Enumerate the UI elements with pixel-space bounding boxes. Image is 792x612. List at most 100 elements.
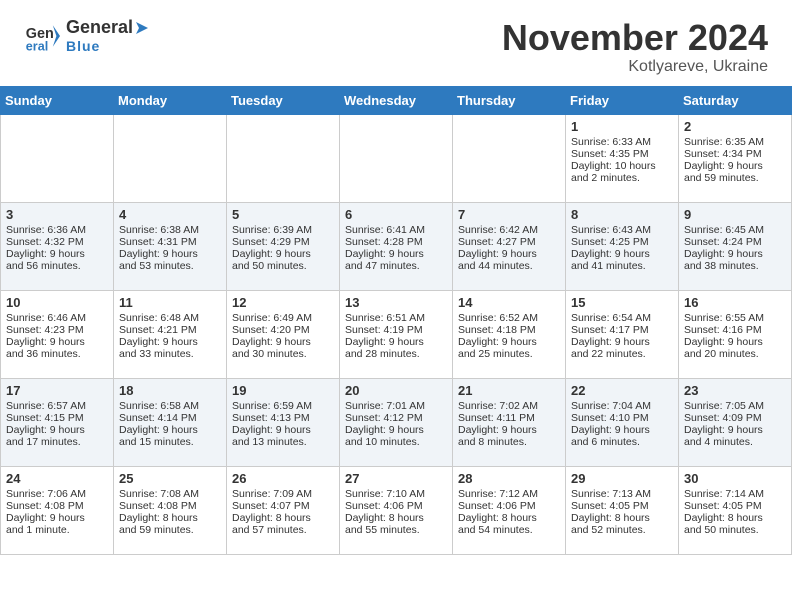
day-info: Sunset: 4:08 PM — [6, 500, 108, 512]
month-title: November 2024 — [502, 18, 768, 58]
day-info: and 8 minutes. — [458, 436, 560, 448]
day-info: Daylight: 8 hours — [571, 512, 673, 524]
calendar-cell: 10Sunrise: 6:46 AMSunset: 4:23 PMDayligh… — [1, 290, 114, 378]
day-info: Sunset: 4:32 PM — [6, 236, 108, 248]
calendar-cell: 23Sunrise: 7:05 AMSunset: 4:09 PMDayligh… — [679, 378, 792, 466]
day-number: 1 — [571, 119, 673, 134]
day-info: and 1 minute. — [6, 524, 108, 536]
day-info: Sunrise: 7:08 AM — [119, 488, 221, 500]
calendar-cell: 11Sunrise: 6:48 AMSunset: 4:21 PMDayligh… — [114, 290, 227, 378]
day-info: and 25 minutes. — [458, 348, 560, 360]
calendar-cell: 7Sunrise: 6:42 AMSunset: 4:27 PMDaylight… — [453, 202, 566, 290]
weekday-header: Saturday — [679, 86, 792, 114]
day-number: 24 — [6, 471, 108, 486]
day-info: and 47 minutes. — [345, 260, 447, 272]
calendar-cell: 19Sunrise: 6:59 AMSunset: 4:13 PMDayligh… — [227, 378, 340, 466]
logo-general: General — [66, 18, 150, 38]
day-info: Daylight: 8 hours — [119, 512, 221, 524]
day-info: Sunset: 4:06 PM — [345, 500, 447, 512]
calendar-cell: 3Sunrise: 6:36 AMSunset: 4:32 PMDaylight… — [1, 202, 114, 290]
day-info: and 30 minutes. — [232, 348, 334, 360]
calendar-cell: 24Sunrise: 7:06 AMSunset: 4:08 PMDayligh… — [1, 466, 114, 554]
day-info: and 41 minutes. — [571, 260, 673, 272]
calendar-wrapper: SundayMondayTuesdayWednesdayThursdayFrid… — [0, 86, 792, 565]
calendar-cell: 17Sunrise: 6:57 AMSunset: 4:15 PMDayligh… — [1, 378, 114, 466]
day-info: Sunrise: 6:51 AM — [345, 312, 447, 324]
day-info: Sunrise: 7:06 AM — [6, 488, 108, 500]
day-info: Daylight: 9 hours — [571, 336, 673, 348]
calendar-header-row: SundayMondayTuesdayWednesdayThursdayFrid… — [1, 86, 792, 114]
logo: Gen eral General Blue — [24, 18, 150, 54]
day-info: Sunrise: 6:49 AM — [232, 312, 334, 324]
day-number: 26 — [232, 471, 334, 486]
day-number: 20 — [345, 383, 447, 398]
day-info: Sunset: 4:09 PM — [684, 412, 786, 424]
day-number: 29 — [571, 471, 673, 486]
day-info: and 2 minutes. — [571, 172, 673, 184]
day-info: Sunset: 4:14 PM — [119, 412, 221, 424]
calendar-cell: 18Sunrise: 6:58 AMSunset: 4:14 PMDayligh… — [114, 378, 227, 466]
calendar-cell: 13Sunrise: 6:51 AMSunset: 4:19 PMDayligh… — [340, 290, 453, 378]
day-info: Daylight: 9 hours — [571, 248, 673, 260]
calendar-cell: 1Sunrise: 6:33 AMSunset: 4:35 PMDaylight… — [566, 114, 679, 202]
day-info: Sunrise: 7:12 AM — [458, 488, 560, 500]
weekday-header: Sunday — [1, 86, 114, 114]
day-number: 16 — [684, 295, 786, 310]
day-number: 19 — [232, 383, 334, 398]
day-info: Sunset: 4:16 PM — [684, 324, 786, 336]
day-info: and 50 minutes. — [684, 524, 786, 536]
day-number: 17 — [6, 383, 108, 398]
location-subtitle: Kotlyareve, Ukraine — [502, 58, 768, 76]
day-info: Daylight: 9 hours — [458, 336, 560, 348]
day-info: Daylight: 9 hours — [684, 248, 786, 260]
calendar-week-row: 1Sunrise: 6:33 AMSunset: 4:35 PMDaylight… — [1, 114, 792, 202]
day-number: 15 — [571, 295, 673, 310]
day-info: Sunrise: 6:46 AM — [6, 312, 108, 324]
day-info: Daylight: 9 hours — [684, 424, 786, 436]
calendar-cell: 14Sunrise: 6:52 AMSunset: 4:18 PMDayligh… — [453, 290, 566, 378]
calendar-cell — [340, 114, 453, 202]
day-info: Sunset: 4:24 PM — [684, 236, 786, 248]
day-info: Sunrise: 6:39 AM — [232, 224, 334, 236]
day-info: Daylight: 9 hours — [458, 424, 560, 436]
calendar-cell — [227, 114, 340, 202]
day-info: Sunset: 4:13 PM — [232, 412, 334, 424]
day-info: Sunrise: 7:13 AM — [571, 488, 673, 500]
day-info: Daylight: 9 hours — [6, 336, 108, 348]
day-info: and 17 minutes. — [6, 436, 108, 448]
day-info: Sunset: 4:35 PM — [571, 148, 673, 160]
day-info: Daylight: 9 hours — [6, 424, 108, 436]
day-info: and 4 minutes. — [684, 436, 786, 448]
day-info: and 20 minutes. — [684, 348, 786, 360]
day-info: Daylight: 9 hours — [684, 336, 786, 348]
day-info: Sunrise: 6:38 AM — [119, 224, 221, 236]
day-info: Sunrise: 7:09 AM — [232, 488, 334, 500]
day-info: and 10 minutes. — [345, 436, 447, 448]
day-number: 21 — [458, 383, 560, 398]
day-number: 14 — [458, 295, 560, 310]
day-number: 8 — [571, 207, 673, 222]
svg-text:eral: eral — [26, 39, 48, 53]
day-info: Daylight: 9 hours — [119, 248, 221, 260]
calendar-cell: 15Sunrise: 6:54 AMSunset: 4:17 PMDayligh… — [566, 290, 679, 378]
day-info: Daylight: 8 hours — [458, 512, 560, 524]
day-number: 28 — [458, 471, 560, 486]
day-info: Daylight: 9 hours — [684, 160, 786, 172]
day-info: Sunset: 4:18 PM — [458, 324, 560, 336]
day-info: Daylight: 9 hours — [232, 336, 334, 348]
day-number: 9 — [684, 207, 786, 222]
day-info: Sunset: 4:05 PM — [571, 500, 673, 512]
logo-icon: Gen eral — [24, 18, 60, 54]
day-number: 7 — [458, 207, 560, 222]
day-info: and 38 minutes. — [684, 260, 786, 272]
day-info: Daylight: 8 hours — [345, 512, 447, 524]
day-info: Sunset: 4:15 PM — [6, 412, 108, 424]
day-info: and 6 minutes. — [571, 436, 673, 448]
weekday-header: Thursday — [453, 86, 566, 114]
day-info: Sunrise: 6:41 AM — [345, 224, 447, 236]
day-info: and 52 minutes. — [571, 524, 673, 536]
day-number: 13 — [345, 295, 447, 310]
calendar-cell: 8Sunrise: 6:43 AMSunset: 4:25 PMDaylight… — [566, 202, 679, 290]
day-info: Sunset: 4:12 PM — [345, 412, 447, 424]
calendar-cell: 6Sunrise: 6:41 AMSunset: 4:28 PMDaylight… — [340, 202, 453, 290]
